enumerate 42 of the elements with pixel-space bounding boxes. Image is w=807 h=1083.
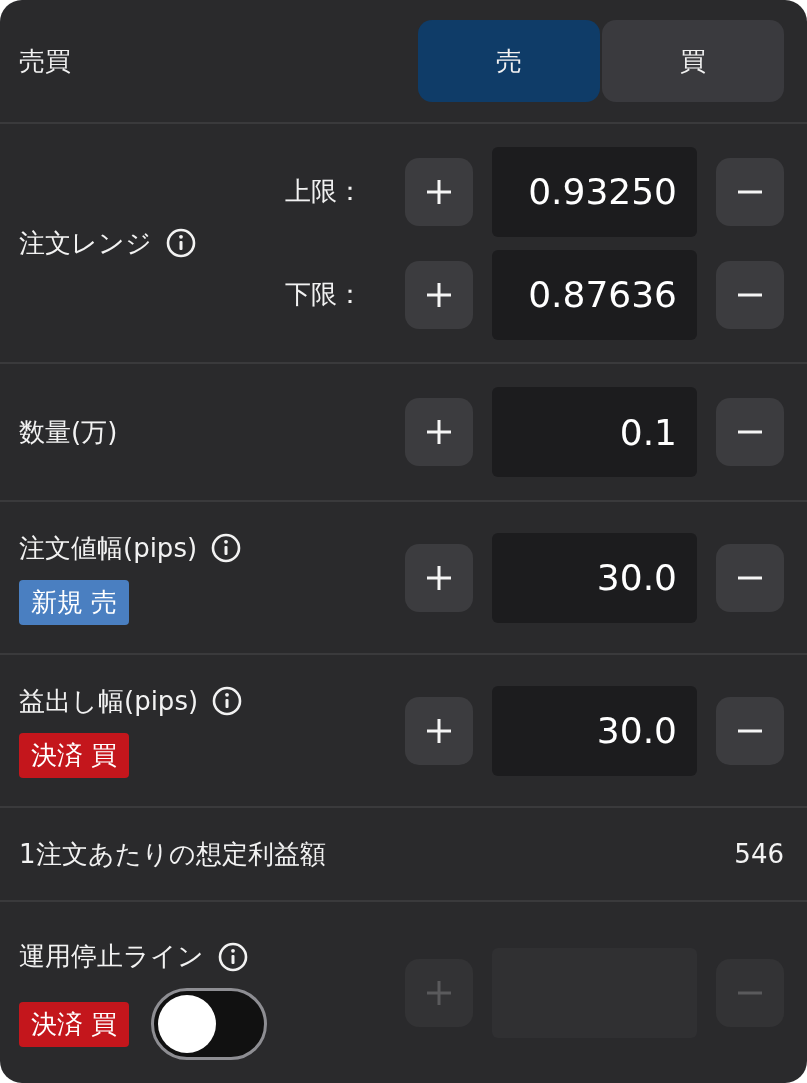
- increment-button[interactable]: [405, 398, 473, 466]
- plus-icon: [426, 281, 452, 308]
- value-field[interactable]: 0.93250: [492, 146, 697, 237]
- segment-tab[interactable]: 買: [602, 20, 784, 102]
- segment-tab[interactable]: 売: [418, 20, 600, 102]
- field-label: 運用停止ライン: [19, 940, 204, 973]
- increment-button[interactable]: [405, 260, 473, 329]
- increment-button[interactable]: [405, 543, 473, 612]
- field-label: 注文レンジ: [19, 226, 152, 260]
- plus-icon: [426, 564, 452, 591]
- minus-icon: [737, 189, 763, 194]
- status-tag: 新規 売: [19, 579, 130, 625]
- status-tag: 決済 買: [19, 732, 130, 778]
- decrement-button[interactable]: [716, 398, 784, 466]
- profit-value: 546: [734, 839, 784, 869]
- status-tag: 決済 買: [19, 1001, 130, 1047]
- value-field[interactable]: 0.87636: [492, 249, 697, 340]
- plus-icon: [426, 419, 452, 445]
- increment-button[interactable]: [405, 157, 473, 226]
- limit-label: 下限：: [285, 278, 363, 311]
- decrement-button[interactable]: [716, 696, 784, 765]
- minus-icon: [737, 575, 763, 580]
- value-field[interactable]: 30.0: [492, 532, 697, 623]
- field-label: 益出し幅(pips): [19, 684, 199, 718]
- field-label: 注文値幅(pips): [19, 531, 198, 565]
- decrement-button[interactable]: [716, 260, 784, 329]
- minus-icon: [737, 292, 763, 297]
- minus-icon: [737, 990, 763, 995]
- field-label: 売買: [19, 44, 71, 78]
- plus-icon: [426, 178, 452, 205]
- field-label: 数量(万): [19, 415, 118, 449]
- plus-icon: [426, 717, 452, 744]
- value-field[interactable]: 0.1: [492, 387, 697, 477]
- minus-icon: [737, 728, 763, 733]
- increment-button[interactable]: [405, 696, 473, 765]
- decrement-button[interactable]: [716, 543, 784, 612]
- limit-label: 上限：: [285, 175, 363, 208]
- plus-icon: [426, 979, 452, 1006]
- value-field[interactable]: 30.0: [492, 685, 697, 776]
- field-label: 1注文あたりの想定利益額: [19, 837, 326, 871]
- minus-icon: [737, 430, 763, 434]
- decrement-button[interactable]: [716, 157, 784, 226]
